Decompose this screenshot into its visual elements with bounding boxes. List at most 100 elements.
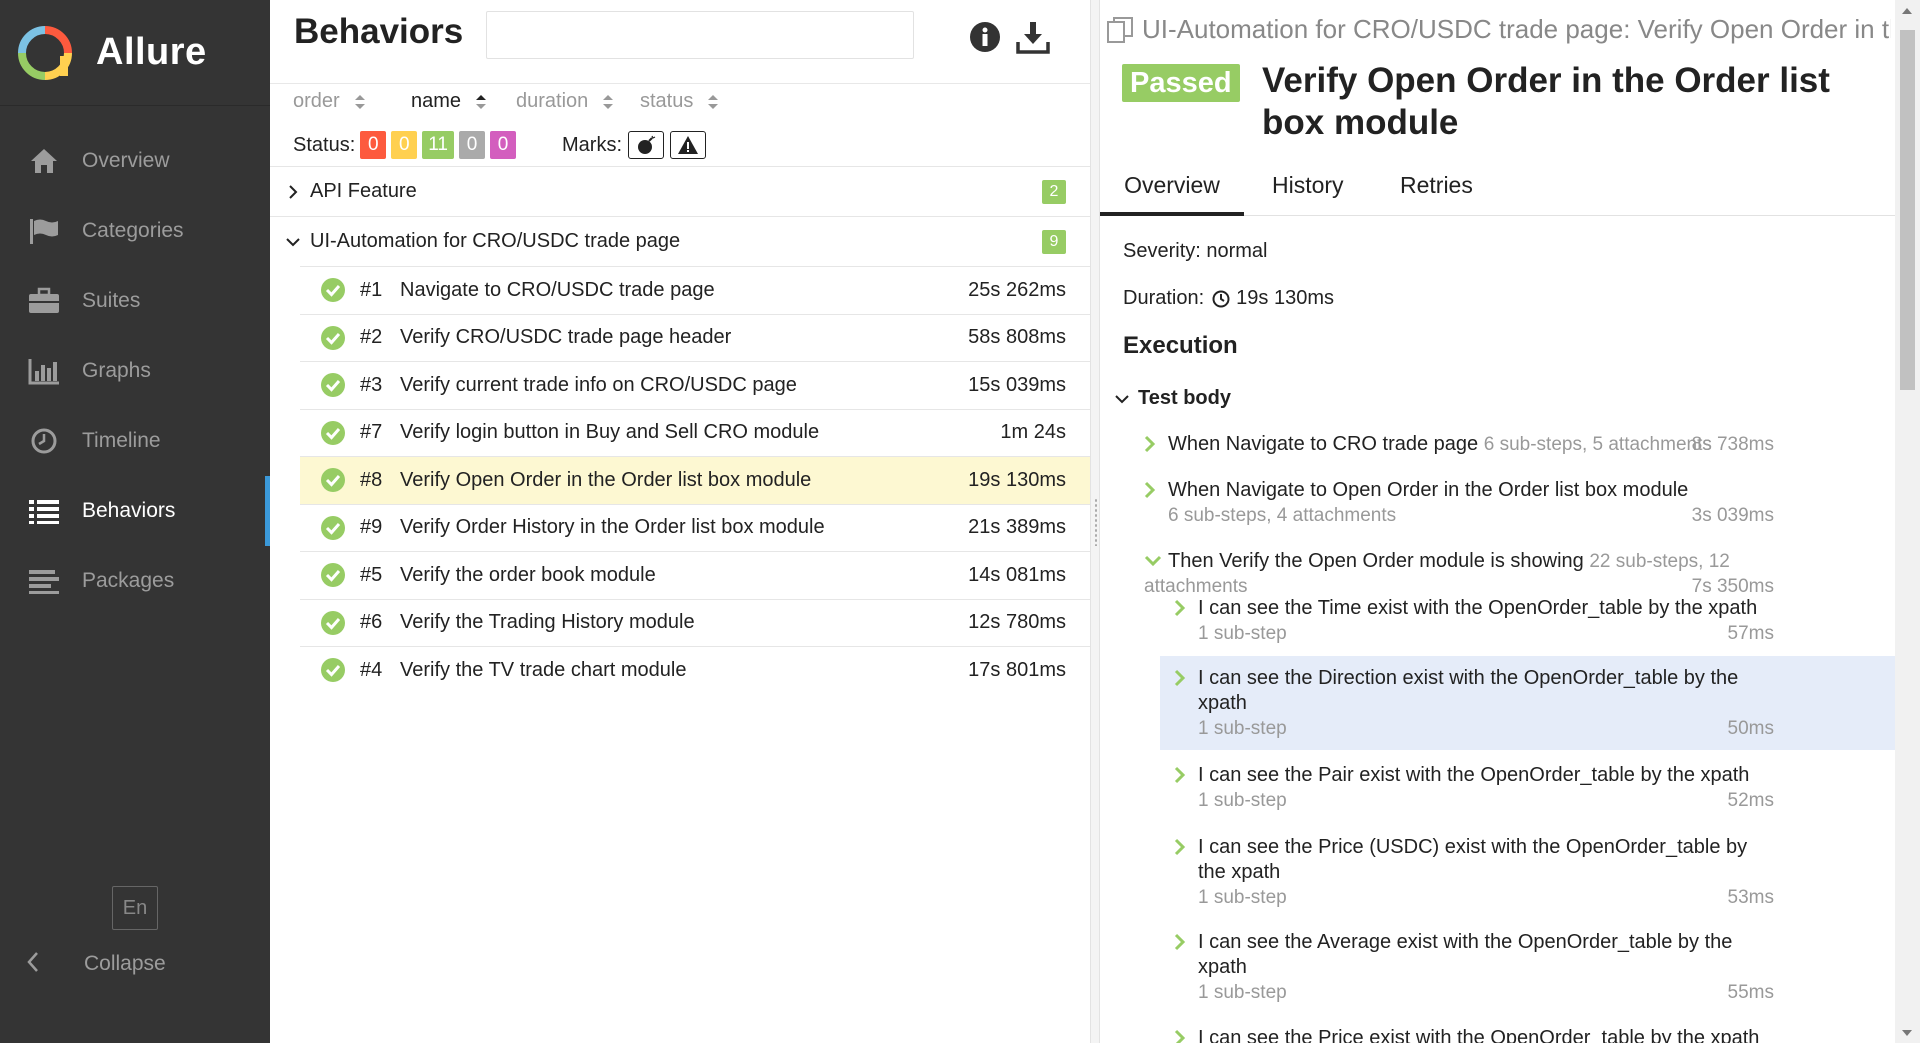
status-unknown-toggle[interactable]: 0 [490,131,516,159]
scrollbar-thumb[interactable] [1900,30,1915,390]
tab-overview[interactable]: Overview [1100,166,1244,216]
list-icon [26,493,62,529]
test-case-row-selected[interactable]: #8 Verify Open Order in the Order list b… [300,456,1090,504]
info-icon [970,22,1000,52]
group-name: API Feature [310,180,417,202]
substep-row[interactable]: I can see the Time exist with the OpenOr… [1174,596,1774,646]
brand[interactable]: Allure [0,0,270,106]
test-case-number: #2 [360,326,383,349]
sort-order[interactable]: order [293,90,366,113]
sidebar-item-suites[interactable]: Suites [0,266,270,336]
collapse-button[interactable]: Collapse [26,946,166,982]
clock-icon [26,423,62,459]
new-failed-mark-toggle[interactable] [670,131,706,159]
test-case-number: #1 [360,278,383,301]
test-case-row[interactable]: #1 Navigate to CRO/USDC trade page 25s 2… [300,266,1090,314]
step-row[interactable]: When Navigate to CRO trade page 6 sub-st… [1144,432,1774,458]
chevron-down-icon [1144,555,1162,567]
substep-row[interactable]: I can see the Price exist with the OpenO… [1174,1026,1774,1043]
tab-retries[interactable]: Retries [1400,166,1473,216]
test-case-row[interactable]: #5 Verify the order book module 14s 081m… [300,551,1090,599]
flag-icon [26,213,62,249]
duration-value: 19s 130ms [1236,287,1334,309]
status-broken-toggle[interactable]: 0 [391,131,418,159]
chevron-left-icon [26,951,40,978]
substep-row-highlighted[interactable]: I can see the Direction exist with the O… [1160,656,1895,750]
language-button[interactable]: En [112,886,158,930]
status-skipped-toggle[interactable]: 0 [459,131,485,159]
test-case-number: #7 [360,421,383,444]
group-ui-automation[interactable]: UI-Automation for CRO/USDC trade page 9 [270,216,1090,266]
duration-info: Duration: 19s 130ms [1123,287,1334,310]
sidebar-item-graphs[interactable]: Graphs [0,336,270,406]
splitter-grip-icon [1094,498,1098,546]
sidebar-item-label: Packages [82,569,175,592]
chevron-right-icon [1144,435,1156,453]
chevron-right-icon [1174,1029,1186,1043]
download-icon [1016,22,1050,54]
bar-chart-icon [26,353,62,389]
substep-row[interactable]: I can see the Pair exist with the OpenOr… [1174,763,1774,813]
check-circle-icon [321,658,345,683]
sidebar-item-categories[interactable]: Categories [0,196,270,266]
test-case-name: Verify login button in Buy and Sell CRO … [400,421,820,444]
step-substeps: 6 sub-steps, 4 attachments [1168,505,1397,526]
step-duration: 8s 738ms [1691,434,1774,455]
info-button[interactable] [968,20,1002,54]
status-passed-toggle[interactable]: 11 [422,131,454,159]
sidebar-item-behaviors[interactable]: Behaviors [0,476,270,546]
clock-icon [1212,290,1230,307]
download-button[interactable] [1016,20,1050,54]
flaky-mark-toggle[interactable] [628,131,664,159]
status-failed-toggle[interactable]: 0 [360,131,387,159]
test-case-number: #4 [360,658,383,681]
pane-splitter[interactable] [1090,0,1100,1043]
step-row[interactable]: When Navigate to Open Order in the Order… [1144,478,1774,528]
app-name: Allure [96,31,207,73]
sidebar-item-timeline[interactable]: Timeline [0,406,270,476]
test-case-row[interactable]: #7 Verify login button in Buy and Sell C… [300,408,1090,457]
allure-logo-icon [18,25,72,80]
chevron-right-icon [1174,933,1186,951]
test-case-row[interactable]: #4 Verify the TV trade chart module 17s … [300,646,1090,694]
substep-duration: 50ms [1727,718,1774,739]
copy-icon [1107,16,1133,43]
scroll-down-icon[interactable] [1902,1030,1912,1036]
test-case-row[interactable]: #3 Verify current trade info on CRO/USDC… [300,361,1090,409]
substep-title: I can see the Direction exist with the O… [1198,667,1739,689]
step-row-expanded[interactable]: Then Verify the Open Order module is sho… [1144,549,1774,599]
check-circle-icon [321,373,345,398]
substep-title-cont: the xpath [1198,861,1281,883]
test-case-duration: 1m 24s [1000,421,1066,444]
test-case-duration: 14s 081ms [968,563,1066,586]
scroll-up-icon[interactable] [1902,8,1912,14]
duration-label: Duration: [1123,287,1205,309]
check-circle-icon [321,278,345,303]
sort-label: duration [516,90,589,112]
test-case-row[interactable]: #9 Verify Order History in the Order lis… [300,503,1090,552]
severity: Severity: normal [1123,240,1268,262]
substep-count: 1 sub-step [1198,718,1287,739]
test-path[interactable]: UI-Automation for CRO/USDC trade page: V… [1106,14,1891,45]
sort-status[interactable]: status [640,90,719,113]
sort-duration[interactable]: duration [516,90,614,113]
sort-label: status [640,90,694,112]
group-api-feature[interactable]: API Feature 2 [270,166,1090,216]
test-case-row[interactable]: #6 Verify the Trading History module 12s… [300,598,1090,647]
search-input[interactable] [486,11,914,59]
chevron-down-icon [1115,394,1129,403]
sidebar-item-label: Overview [82,149,170,172]
sidebar-item-overview[interactable]: Overview [0,126,270,196]
sort-name[interactable]: name [411,90,487,113]
check-circle-icon [321,563,345,588]
tab-history[interactable]: History [1272,166,1344,216]
sidebar: Allure Overview Categories Suites Graphs [0,0,270,1043]
test-case-number: #6 [360,611,383,634]
warning-icon [678,136,698,154]
substep-row[interactable]: I can see the Price (USDC) exist with th… [1174,835,1774,910]
sidebar-item-packages[interactable]: Packages [0,546,270,616]
test-case-row[interactable]: #2 Verify CRO/USDC trade page header 58s… [300,313,1090,362]
substep-row[interactable]: I can see the Average exist with the Ope… [1174,930,1774,1005]
step-duration: 3s 039ms [1691,505,1774,526]
test-body-toggle[interactable]: Test body [1114,387,1231,410]
